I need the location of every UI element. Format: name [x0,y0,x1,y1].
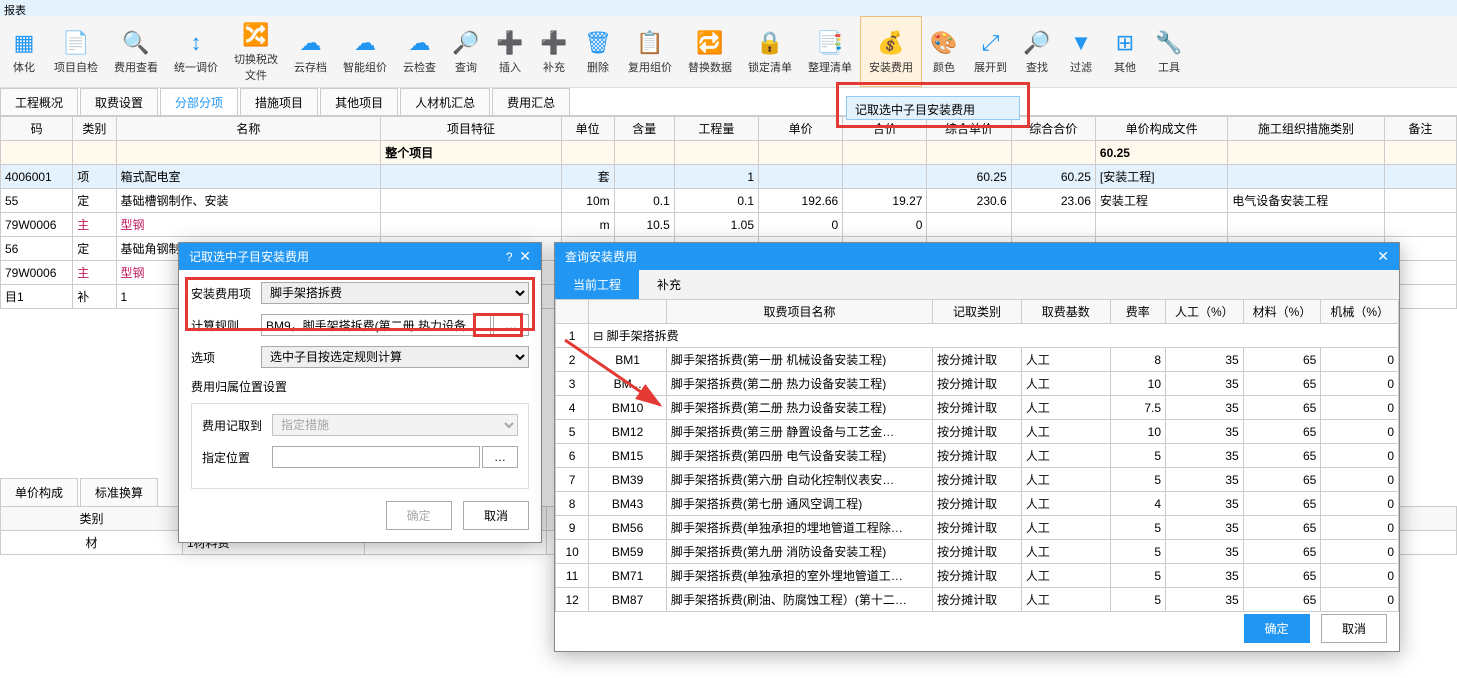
location-browse-button[interactable]: … [482,446,518,468]
ribbon-过滤[interactable]: ▼过滤 [1059,16,1103,87]
ribbon-安装费用[interactable]: 💰安装费用 [860,16,922,87]
ribbon-云存档[interactable]: ☁云存档 [286,16,335,87]
tab-费用汇总[interactable]: 费用汇总 [492,88,570,115]
close-icon[interactable]: ✕ [1377,248,1389,265]
ok-button[interactable]: 确定 [1244,614,1310,643]
切换税改 文件-icon: 🔀 [242,21,270,49]
ribbon-切换税改 文件[interactable]: 🔀切换税改文件 [226,16,286,87]
dtab-补充[interactable]: 补充 [639,270,699,299]
锁定清单-icon: 🔒 [756,29,784,57]
ribbon-替换数据[interactable]: 🔁替换数据 [680,16,740,87]
help-icon[interactable]: ? [506,250,513,264]
统一调价-icon: ↕ [182,29,210,57]
ribbon-工具[interactable]: 🔧工具 [1147,16,1191,87]
fee-grid[interactable]: 取费项目名称记取类别取费基数费率人工（%）材料（%）机械（%）1⊟ 脚手架搭拆费… [555,299,1399,612]
dialog-query-fee: 查询安装费用 ✕ 当前工程补充 取费项目名称记取类别取费基数费率人工（%）材料（… [554,242,1400,652]
整理清单-icon: 📑 [816,29,844,57]
过滤-icon: ▼ [1067,29,1095,57]
ok-button[interactable]: 确定 [386,501,452,530]
ribbon-补充[interactable]: ➕补充 [532,16,576,87]
ribbon-智能组价[interactable]: ☁智能组价 [335,16,395,87]
option-select[interactable]: 选中子目按选定规则计算 [261,346,529,368]
close-icon[interactable]: ✕ [519,248,531,264]
ribbon-查找[interactable]: 🔎查找 [1015,16,1059,87]
ribbon-体化[interactable]: ▦体化 [2,16,46,87]
工具-icon: 🔧 [1155,29,1183,57]
ribbon-项目自检[interactable]: 📄项目自检 [46,16,106,87]
体化-icon: ▦ [10,29,38,57]
查询-icon: 🔎 [452,29,480,57]
ribbon-删除[interactable]: 🗑删除 [576,16,620,87]
ribbon-插入[interactable]: ➕插入 [488,16,532,87]
替换数据-icon: 🔁 [696,29,724,57]
ribbon-费用查看[interactable]: 🔍费用查看 [106,16,166,87]
云存档-icon: ☁ [297,29,325,57]
项目自检-icon: 📄 [62,29,90,57]
fee-item-select[interactable]: 脚手架搭拆费 [261,282,529,304]
dtab-当前工程[interactable]: 当前工程 [555,270,639,299]
ribbon-云检查[interactable]: ☁云检查 [395,16,444,87]
复用组价-icon: 📋 [636,29,664,57]
查找-icon: 🔎 [1023,29,1051,57]
tab-工程概况[interactable]: 工程概况 [0,88,78,115]
location-input[interactable] [272,446,480,468]
dialog-title: 查询安装费用 [565,248,637,265]
cancel-button[interactable]: 取消 [1321,614,1387,643]
删除-icon: 🗑 [584,29,612,57]
dialog-title: 记取选中子目安装费用 [189,248,309,265]
page-tabs: 工程概况取费设置分部分项措施项目其他项目人材机汇总费用汇总 [0,88,1457,116]
智能组价-icon: ☁ [351,29,379,57]
插入-icon: ➕ [496,29,524,57]
tab-分部分项[interactable]: 分部分项 [160,88,238,115]
展开到-icon: ⤢ [977,29,1005,57]
云检查-icon: ☁ [406,29,434,57]
tab-其他项目[interactable]: 其他项目 [320,88,398,115]
calc-rule-input[interactable] [261,314,491,336]
dropdown-item-install-fee[interactable]: 记取选中子目安装费用 [846,96,1020,120]
其他-icon: ⊞ [1111,29,1139,57]
btab-标准换算[interactable]: 标准换算 [80,478,158,506]
ribbon-复用组价[interactable]: 📋复用组价 [620,16,680,87]
tab-措施项目[interactable]: 措施项目 [240,88,318,115]
ribbon-查询[interactable]: 🔎查询 [444,16,488,87]
费用查看-icon: 🔍 [122,29,150,57]
take-to-select[interactable]: 指定措施 [272,414,518,436]
ribbon-锁定清单[interactable]: 🔒锁定清单 [740,16,800,87]
ribbon-统一调价[interactable]: ↕统一调价 [166,16,226,87]
ribbon-其他[interactable]: ⊞其他 [1103,16,1147,87]
安装费用-icon: 💰 [877,29,905,57]
tab-人材机汇总[interactable]: 人材机汇总 [400,88,490,115]
tab-取费设置[interactable]: 取费设置 [80,88,158,115]
ribbon-颜色[interactable]: 🎨颜色 [922,16,966,87]
颜色-icon: 🎨 [930,29,958,57]
ribbon-展开到[interactable]: ⤢展开到 [966,16,1015,87]
rule-browse-button[interactable]: … [493,314,529,336]
btab-单价构成[interactable]: 单价构成 [0,478,78,506]
cancel-button[interactable]: 取消 [463,501,529,530]
dialog-install-fee: 记取选中子目安装费用 ? ✕ 安装费用项 脚手架搭拆费 计算规则 … 选项 选中… [178,242,542,543]
ribbon: ▦体化📄项目自检🔍费用查看↕统一调价🔀切换税改文件☁云存档☁智能组价☁云检查🔎查… [0,16,1457,88]
补充-icon: ➕ [540,29,568,57]
ribbon-整理清单[interactable]: 📑整理清单 [800,16,860,87]
